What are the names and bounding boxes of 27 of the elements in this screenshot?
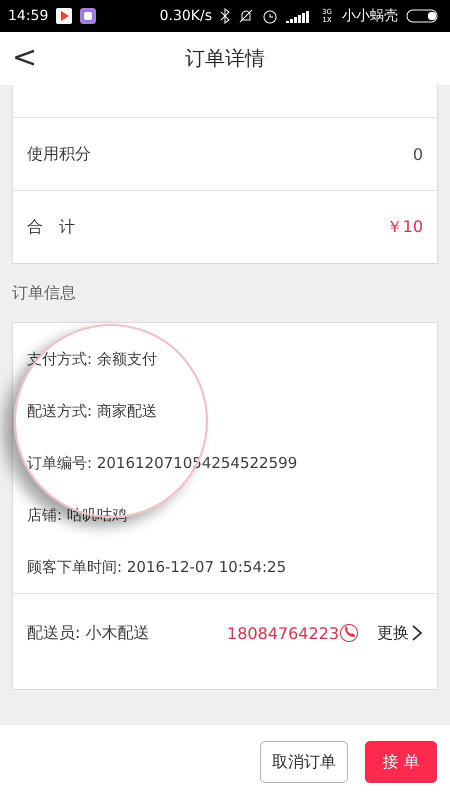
accept-order-button[interactable]: 接 单 (365, 741, 437, 783)
total-price: ￥10 (386, 216, 423, 238)
cancel-order-button[interactable]: 取消订单 (260, 741, 348, 783)
section-title: 订单信息 (12, 282, 76, 304)
phone-icon[interactable] (339, 623, 359, 643)
order-field: 顾客下单时间: 2016-12-07 10:54:25 (27, 558, 423, 576)
summary-label: 使用积分 (27, 144, 91, 164)
order-field: 订单编号: 201612071054254522599 (27, 454, 423, 472)
phone-link[interactable]: 18084764223 (227, 624, 339, 642)
summary-value: 0 (412, 144, 423, 164)
signal-icon (286, 9, 312, 23)
courier-label: 配送员: 小木配送 (27, 622, 150, 644)
bluetooth-icon (220, 8, 230, 24)
change-button[interactable]: 更换 (377, 622, 423, 644)
alarm-icon (262, 8, 278, 24)
muted-bell-icon (238, 8, 254, 24)
page-title: 订单详情 (185, 45, 265, 72)
carrier-name: 小小蜗壳 (342, 7, 398, 25)
play-store-icon (56, 8, 72, 24)
app-icon (80, 8, 96, 24)
battery-icon (406, 9, 440, 23)
network-speed: 0.30K/s (160, 8, 212, 24)
summary-label: 合 计 (27, 216, 75, 238)
chevron-right-icon (411, 624, 423, 642)
back-button[interactable]: < (6, 40, 44, 76)
order-field: 配送方式: 商家配送 (27, 402, 423, 420)
status-time: 14:59 (8, 8, 48, 24)
